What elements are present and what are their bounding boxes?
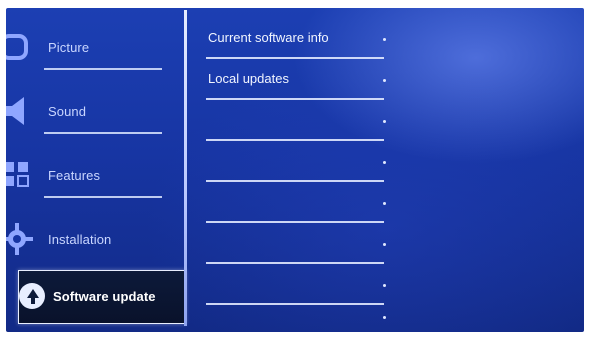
bullet-dot [383, 79, 386, 82]
submenu-item-empty[interactable] [204, 98, 386, 141]
menu-item-label: Picture [48, 40, 90, 55]
menu-item-features[interactable]: Features [6, 144, 184, 204]
submenu-item-local-updates[interactable]: Local updates [204, 57, 386, 100]
submenu-item-current-software-info[interactable]: Current software info [204, 16, 386, 59]
divider-line [44, 132, 162, 134]
menu-item-label: Sound [48, 104, 87, 119]
update-icon [17, 279, 51, 313]
menu-item-software-update[interactable]: Software update [18, 270, 186, 324]
menu-item-sound[interactable]: Sound [6, 80, 184, 140]
picture-icon [6, 30, 34, 64]
software-update-submenu: Current software info Local updates [204, 8, 404, 332]
main-menu: Picture Sound Features Installation Soft… [6, 8, 186, 332]
menu-item-picture[interactable]: Picture [6, 16, 184, 76]
submenu-item-empty[interactable] [204, 294, 386, 332]
submenu-item-empty[interactable] [204, 180, 386, 223]
menu-item-label: Software update [53, 289, 156, 304]
bullet-dot [383, 38, 386, 41]
bullet-dot [383, 316, 386, 319]
divider-line [44, 196, 162, 198]
menu-divider [184, 10, 187, 326]
menu-item-label: Installation [48, 232, 112, 247]
bullet-dot [383, 161, 386, 164]
menu-item-label: Features [48, 168, 101, 183]
bullet-dot [383, 243, 386, 246]
features-icon [6, 158, 34, 192]
submenu-item-label: Local updates [208, 71, 289, 86]
divider-line [44, 68, 162, 70]
gear-icon [6, 222, 34, 256]
speaker-icon [6, 94, 34, 128]
bullet-dot [383, 202, 386, 205]
menu-item-installation[interactable]: Installation [6, 208, 184, 268]
bullet-dot [383, 284, 386, 287]
submenu-item-empty[interactable] [204, 221, 386, 264]
submenu-item-label: Current software info [208, 30, 329, 45]
bullet-dot [383, 120, 386, 123]
submenu-item-empty[interactable] [204, 139, 386, 182]
tv-menu-screen: Picture Sound Features Installation Soft… [6, 8, 584, 332]
